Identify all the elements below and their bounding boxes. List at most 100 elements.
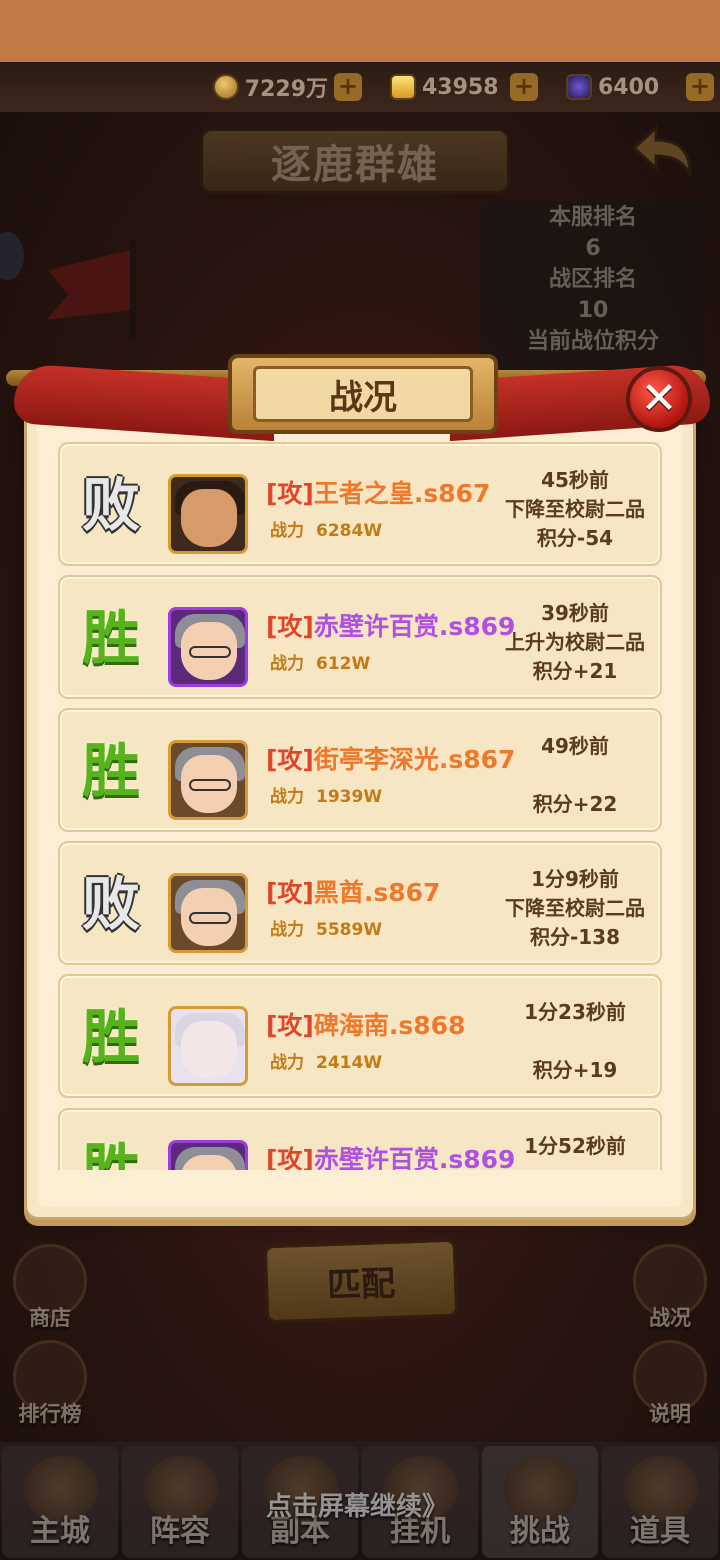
gold-ingot-icon <box>390 74 416 100</box>
player-name: 黑酋.s867 <box>313 878 441 907</box>
gem-value: 6400 <box>598 74 660 100</box>
add-coin-button[interactable]: + <box>334 73 362 101</box>
nav-challenge[interactable]: 挑战 <box>482 1446 598 1558</box>
result-badge: 胜 <box>81 1003 140 1071</box>
attack-tag: [攻] <box>266 612 314 641</box>
attack-tag: [攻] <box>266 479 314 508</box>
opponent-name: [攻]碑海南.s868 <box>266 1006 465 1042</box>
power-info: 战力 2414W <box>270 1048 382 1073</box>
result-info: 39秒前 上升为校尉二品 积分+21 <box>490 599 660 686</box>
result-badge: 胜 <box>76 1136 146 1170</box>
list-item[interactable]: 胜 [攻]街亭李深光.s867 战力 1939W 49秒前 积分+22 <box>58 708 662 832</box>
rank-change <box>490 761 660 790</box>
power-label: 战力 <box>270 920 304 940</box>
player-name: 碑海南.s868 <box>313 1011 466 1040</box>
power-info: 战力 612W <box>270 649 370 674</box>
shop-button[interactable]: 商店 <box>10 1244 90 1332</box>
power-label: 战力 <box>270 521 304 541</box>
result-info: 45秒前 下降至校尉二品 积分-54 <box>490 466 660 553</box>
opponent-name: [攻]黑酋.s867 <box>266 873 440 909</box>
power-info: 战力 1939W <box>270 782 382 807</box>
rank-panel: 本服排名 6 战区排名 10 当前战位积分 <box>480 202 706 392</box>
resource-coin: 7229万 + <box>194 71 362 103</box>
add-gold-button[interactable]: + <box>510 73 538 101</box>
player-name: 王者之皇.s867 <box>313 479 491 508</box>
leaderboard-button[interactable]: 排行榜 <box>10 1340 90 1428</box>
close-icon: ✕ <box>640 373 678 424</box>
time-ago: 1分52秒前 <box>524 1134 626 1158</box>
back-arrow-icon[interactable] <box>630 124 694 180</box>
result-badge: 胜 <box>81 737 140 805</box>
server-rank-label: 本服排名 <box>548 205 637 230</box>
rank-change: 下降至校尉二品 <box>505 497 645 521</box>
server-rank-value: 6 <box>585 236 601 261</box>
nav-lineup[interactable]: 阵容 <box>122 1446 238 1558</box>
points-change: 积分-138 <box>529 925 621 949</box>
player-name: 街亭李深光.s867 <box>313 745 516 774</box>
attack-tag: [攻] <box>266 1145 314 1170</box>
add-gem-button[interactable]: + <box>686 73 714 101</box>
zone-rank-label: 战区排名 <box>548 267 637 292</box>
points-label: 当前战位积分 <box>526 329 659 354</box>
resource-bar: 7229万 + 43958 + 6400 + <box>0 62 720 112</box>
result-badge: 败 <box>81 471 140 539</box>
rank-change: 上升为校尉二品 <box>505 630 645 654</box>
points-change: 积分-54 <box>536 526 614 550</box>
leaderboard-label: 排行榜 <box>18 1402 82 1426</box>
opponent-name: [攻]街亭李深光.s867 <box>266 740 515 776</box>
attack-tag: [攻] <box>266 878 314 907</box>
resource-gold: 43958 + <box>370 73 538 101</box>
coin-value: 7229万 <box>244 77 328 102</box>
time-ago: 49秒前 <box>541 734 609 758</box>
attack-tag: [攻] <box>266 1011 314 1040</box>
gold-value: 43958 <box>422 74 499 100</box>
battle-report-button[interactable]: 战况 <box>630 1244 710 1332</box>
power-value: 2414W <box>316 1053 383 1073</box>
avatar <box>168 474 248 554</box>
page-title: 逐鹿群雄 <box>271 142 439 188</box>
tap-to-continue-hint[interactable]: 点击屏幕继续》 <box>266 1486 448 1523</box>
resource-gem: 6400 + <box>546 73 714 101</box>
power-value: 5589W <box>316 920 383 940</box>
opponent-name: [攻]赤壁许百赏.s869 <box>266 607 515 643</box>
help-button[interactable]: 说明 <box>630 1340 710 1428</box>
nav-label: 挑战 <box>510 1514 570 1549</box>
result-info: 49秒前 积分+22 <box>490 732 660 819</box>
time-ago: 1分9秒前 <box>531 867 619 891</box>
nav-items[interactable]: 道具 <box>602 1446 718 1558</box>
power-info: 战力 5589W <box>270 915 382 940</box>
result-info: 1分52秒前 <box>490 1132 660 1161</box>
points-change: 积分+22 <box>532 792 618 816</box>
list-item[interactable]: 胜 [攻]赤壁许百赏.s869 战力 612W 39秒前 上升为校尉二品 积分+2… <box>58 575 662 699</box>
help-label: 说明 <box>649 1402 691 1426</box>
avatar <box>168 740 248 820</box>
time-ago: 1分23秒前 <box>524 1000 626 1024</box>
avatar <box>168 1006 248 1086</box>
rank-change: 下降至校尉二品 <box>505 896 645 920</box>
shop-label: 商店 <box>29 1306 71 1330</box>
battle-report-label: 战况 <box>649 1306 691 1330</box>
nav-main-city[interactable]: 主城 <box>2 1446 118 1558</box>
nav-label: 主城 <box>30 1514 90 1549</box>
match-button[interactable]: 匹配 <box>263 1238 459 1324</box>
nav-label: 阵容 <box>150 1514 210 1549</box>
close-button[interactable]: ✕ <box>626 366 692 432</box>
coin-icon <box>212 74 239 100</box>
list-item[interactable]: 败 [攻]黑酋.s867 战力 5589W 1分9秒前 下降至校尉二品 积分-13… <box>58 841 662 965</box>
battle-report-list[interactable]: 败 [攻]王者之皇.s867 战力 6284W 45秒前 下降至校尉二品 积分-5… <box>58 440 662 1170</box>
list-item[interactable]: 胜 [攻]赤壁许百赏.s869 1分52秒前 <box>58 1108 662 1170</box>
result-badge: 胜 <box>81 604 140 672</box>
list-item[interactable]: 胜 [攻]碑海南.s868 战力 2414W 1分23秒前 积分+19 <box>58 974 662 1098</box>
points-change: 积分+21 <box>532 659 618 683</box>
list-item[interactable]: 败 [攻]王者之皇.s867 战力 6284W 45秒前 下降至校尉二品 积分-5… <box>58 442 662 566</box>
result-info: 1分9秒前 下降至校尉二品 积分-138 <box>490 865 660 952</box>
power-label: 战力 <box>270 787 304 807</box>
time-ago: 39秒前 <box>541 601 609 625</box>
result-info: 1分23秒前 积分+19 <box>490 998 660 1085</box>
opponent-name: [攻]王者之皇.s867 <box>266 474 490 510</box>
nav-label: 道具 <box>630 1514 690 1549</box>
power-label: 战力 <box>270 654 304 674</box>
zone-rank-value: 10 <box>577 298 609 323</box>
avatar <box>168 1140 248 1170</box>
attack-tag: [攻] <box>266 745 314 774</box>
